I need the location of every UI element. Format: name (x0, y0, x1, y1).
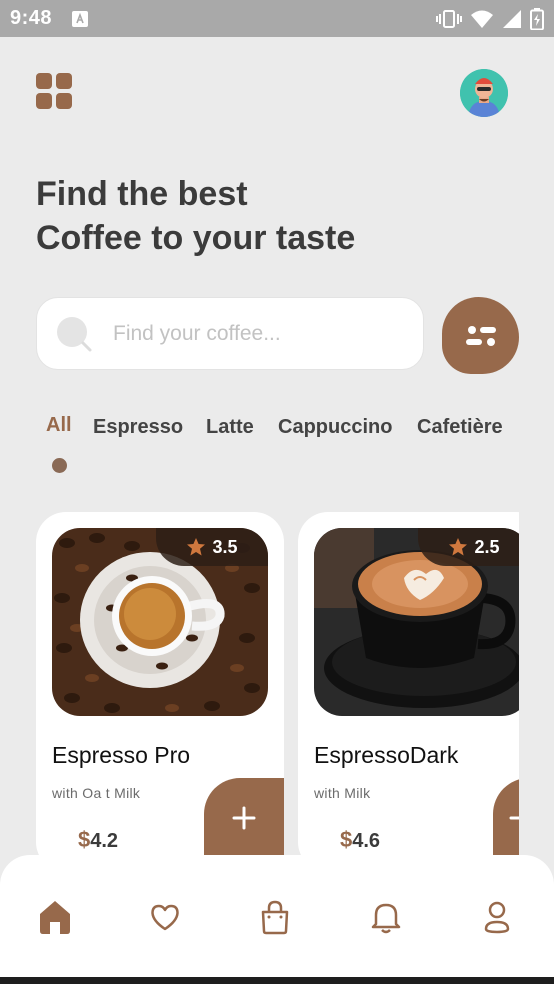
system-nav-bar (0, 977, 554, 984)
bag-icon (261, 900, 289, 935)
headline-line-2: Coffee to your taste (36, 219, 356, 257)
add-to-cart-button[interactable] (493, 778, 519, 855)
search-box[interactable] (36, 297, 424, 370)
selected-indicator (52, 458, 67, 473)
nav-cart[interactable] (255, 897, 295, 937)
product-card[interactable]: 2.5 EspressoDark with Milk $4.6 (298, 512, 519, 855)
rating-value: 2.5 (474, 536, 500, 557)
nav-home[interactable] (35, 897, 75, 937)
star-icon (187, 538, 206, 556)
nav-favorites[interactable] (145, 897, 185, 937)
product-subtitle: with Milk (314, 785, 371, 801)
product-price: $4.2 (78, 827, 118, 853)
price-value: 4.6 (352, 830, 381, 852)
bell-icon (371, 903, 401, 934)
add-to-cart-button[interactable] (204, 778, 284, 855)
category-tab-espresso[interactable]: Espresso (93, 416, 183, 439)
wifi-icon (471, 10, 493, 28)
product-list[interactable]: 3.5 Espresso Pro with Oa t Milk $4.2 2.5… (36, 512, 519, 855)
status-time: 9:48 (10, 7, 53, 29)
notification-a-icon (72, 10, 89, 27)
nav-notifications[interactable] (366, 897, 406, 937)
menu-grid-icon[interactable] (36, 73, 72, 109)
plus-icon (509, 816, 519, 820)
price-value: 4.2 (90, 830, 119, 852)
filter-icon (465, 325, 496, 346)
profile-icon (484, 901, 510, 934)
status-bar: 9:48 (0, 0, 554, 37)
headline-line-1: Find the best (36, 175, 248, 213)
status-icons (436, 7, 544, 30)
vibrate-icon (436, 9, 462, 28)
rating-badge: 2.5 (418, 528, 519, 566)
rating-badge: 3.5 (156, 528, 268, 566)
page-title: Find the best Coffee to your taste (36, 172, 355, 260)
battery-icon (530, 7, 544, 30)
category-tab-cappuccino[interactable]: Cappuccino (278, 416, 392, 439)
filter-button[interactable] (442, 297, 519, 374)
product-subtitle: with Oa t Milk (52, 785, 141, 801)
search-input[interactable] (113, 321, 403, 346)
plus-icon (232, 806, 256, 830)
home-icon (40, 901, 70, 934)
price-currency: $ (340, 827, 353, 852)
product-price: $4.6 (340, 827, 380, 853)
avatar[interactable] (460, 69, 508, 117)
signal-icon (503, 9, 521, 28)
heart-icon (151, 904, 179, 931)
nav-profile[interactable] (477, 897, 517, 937)
rating-value: 3.5 (212, 536, 238, 557)
category-tab-all[interactable]: All (46, 414, 72, 437)
price-currency: $ (78, 827, 91, 852)
product-name: Espresso Pro (52, 742, 191, 768)
category-tab-latte[interactable]: Latte (206, 416, 254, 439)
product-card[interactable]: 3.5 Espresso Pro with Oa t Milk $4.2 (36, 512, 284, 855)
bottom-nav (0, 855, 554, 977)
category-tab-cafetiere[interactable]: Cafetière (417, 416, 503, 439)
product-name: EspressoDark (314, 742, 459, 768)
star-icon (449, 538, 468, 556)
search-icon (57, 316, 92, 351)
